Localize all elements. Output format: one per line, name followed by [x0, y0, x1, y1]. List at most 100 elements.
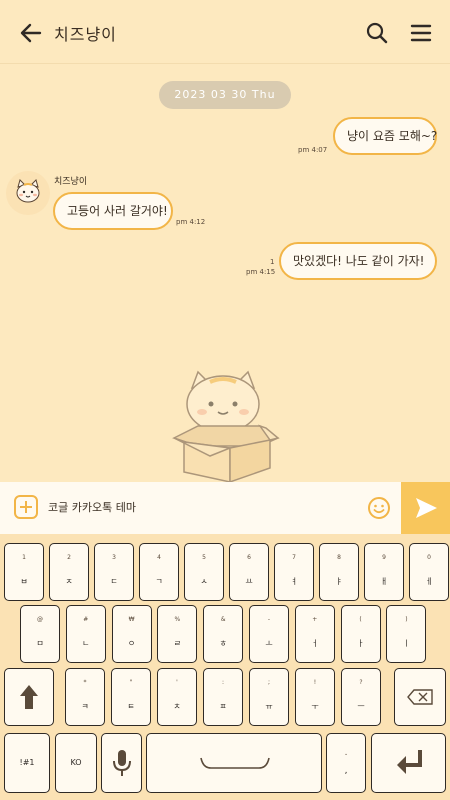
key-row1[interactable]: 6ㅛ: [229, 543, 269, 601]
key-row1[interactable]: 4ㄱ: [139, 543, 179, 601]
key-letter-label: ㅈ: [65, 577, 73, 586]
backspace-key[interactable]: [394, 668, 446, 726]
key-row1[interactable]: 1ㅂ: [4, 543, 44, 601]
key-row1[interactable]: 2ㅈ: [49, 543, 89, 601]
key-row1[interactable]: 9ㅐ: [364, 543, 404, 601]
key-letter-label: ㅡ: [357, 702, 365, 711]
symbols-key[interactable]: !#1: [4, 733, 50, 793]
key-letter-label: ㅏ: [356, 639, 365, 648]
key-symbol-label: ?: [359, 679, 363, 686]
date-divider: 2023 03 30 Thu: [159, 81, 291, 109]
key-letter-label: ㅌ: [127, 702, 135, 711]
smiley-icon[interactable]: [367, 496, 391, 520]
key-letter-label: ㅊ: [173, 702, 181, 711]
message-bubble-sent[interactable]: 맛있겠다! 나도 같이 가자!: [279, 242, 437, 280]
message-input[interactable]: 코글 카카오톡 테마: [48, 496, 348, 520]
key-row2[interactable]: @ ㅁ: [20, 605, 60, 663]
menu-icon[interactable]: [408, 20, 434, 46]
key-letter-label: ㅍ: [219, 702, 227, 711]
shift-arrow-icon: [20, 685, 38, 709]
key-symbol-label: &: [220, 616, 226, 623]
message-bubble-sent[interactable]: 냥이 요즘 모해~?: [333, 117, 437, 155]
key-symbol-label: ": [129, 679, 133, 686]
key-row3[interactable]: ? ㅡ: [341, 668, 381, 726]
key-row3[interactable]: ; ㅠ: [249, 668, 289, 726]
key-letter-label: ㄱ: [155, 577, 163, 586]
key-letter-label: ㅗ: [265, 639, 273, 648]
key-symbol-label: #: [83, 616, 89, 623]
backspace-icon: [407, 689, 433, 705]
key-row3[interactable]: ! ㅜ: [295, 668, 335, 726]
key-symbol-label: 4: [157, 554, 161, 561]
key-row3[interactable]: * ㅋ: [65, 668, 105, 726]
key-symbol-label: 7: [292, 554, 296, 561]
key-letter-label: ㅋ: [81, 702, 89, 711]
key-row3[interactable]: ' ㅊ: [157, 668, 197, 726]
microphone-icon: [113, 750, 131, 776]
microphone-key[interactable]: [101, 733, 142, 793]
language-key[interactable]: KO: [55, 733, 97, 793]
key-symbol-label: (: [359, 616, 362, 623]
key-symbol-label: %: [174, 616, 181, 623]
key-row2[interactable]: ₩ ㅇ: [111, 605, 152, 663]
key-symbol-label: 9: [382, 554, 386, 561]
key-letter-label: ㅐ: [380, 577, 388, 586]
keyboard: 1 ㅂ 2 ㅈ 3 ㄷ 4 ㄱ 5 ㅅ 6 ㅛ 7 ㅕ 8 ㅑ 9 ㅐ 0 ㅔ @ ㅁ # ㄴ ₩ ㅇ% ㄹ & ㅎ - ㅗ + ㅓ(ㅏ) ㅣ * ㅋ…: [0, 534, 450, 800]
key-symbol-label: 8: [337, 554, 341, 561]
key-symbol-label: @: [37, 616, 43, 623]
key-row2[interactable]: (ㅏ: [340, 605, 381, 663]
key-row2[interactable]: & ㅎ: [203, 605, 244, 663]
avatar[interactable]: [6, 171, 50, 215]
key-symbol-label: ;: [267, 679, 271, 686]
key-letter-label: ㅓ: [311, 639, 319, 648]
key-letter-label: ㄷ: [110, 577, 118, 586]
key-row1[interactable]: 0ㅔ: [409, 543, 449, 601]
key-row1[interactable]: 3ㄷ: [94, 543, 134, 601]
search-icon[interactable]: [364, 20, 390, 46]
key-row1[interactable]: 8ㅑ: [319, 543, 359, 601]
key-symbol-label: !: [313, 679, 317, 686]
language-key-label: KO: [70, 758, 82, 767]
punctuation-key[interactable]: .,: [326, 733, 366, 793]
read-count: 1: [270, 258, 275, 266]
key-letter-label: ㅅ: [200, 577, 208, 586]
key-row1[interactable]: 5ㅅ: [184, 543, 224, 601]
message-bubble-received[interactable]: 고등어 사러 갈거야!: [53, 192, 173, 230]
key-symbol-label: :: [221, 679, 225, 686]
enter-key[interactable]: [371, 733, 446, 793]
key-row1[interactable]: 7ㅕ: [274, 543, 314, 601]
symbols-key-label: !#1: [19, 758, 35, 767]
key-letter-label: ㄹ: [173, 639, 182, 648]
key-letter-label: ㅠ: [265, 702, 273, 711]
key-symbol-label: ': [176, 679, 178, 686]
key-symbol-label: +: [312, 616, 318, 623]
key-symbol-label: -: [267, 616, 271, 623]
shift-key[interactable]: [4, 668, 54, 726]
space-key[interactable]: [146, 733, 322, 793]
chat-title: 치즈냥이: [54, 25, 117, 44]
key-letter-label: ㅁ: [36, 639, 44, 648]
period-label: .: [344, 748, 348, 758]
message-time: pm 4:07: [298, 146, 328, 154]
key-letter-label: ㅑ: [335, 577, 343, 586]
plus-icon[interactable]: [14, 495, 38, 519]
key-row2[interactable]: # ㄴ: [65, 605, 106, 663]
arrow-left-icon[interactable]: [18, 20, 44, 46]
key-letter-label: ㄴ: [82, 639, 90, 648]
key-symbol-label: 6: [247, 554, 251, 561]
key-letter-label: ㅂ: [20, 577, 28, 586]
key-row2[interactable]: % ㄹ: [157, 605, 198, 663]
key-row2[interactable]: + ㅓ: [294, 605, 335, 663]
send-button[interactable]: [401, 482, 450, 534]
key-symbol-label: 5: [202, 554, 206, 561]
space-icon: [200, 757, 270, 769]
key-row2[interactable]: -ㅗ: [249, 605, 289, 663]
key-row3[interactable]: :ㅍ: [203, 668, 243, 726]
send-icon: [416, 498, 437, 518]
key-row3[interactable]: " ㅌ: [111, 668, 151, 726]
key-row2[interactable]: ) ㅣ: [386, 605, 427, 663]
key-symbol-label: *: [83, 679, 87, 686]
enter-icon: [397, 750, 422, 774]
key-letter-label: ㅜ: [311, 702, 319, 711]
key-letter-label: ㅛ: [245, 577, 253, 586]
